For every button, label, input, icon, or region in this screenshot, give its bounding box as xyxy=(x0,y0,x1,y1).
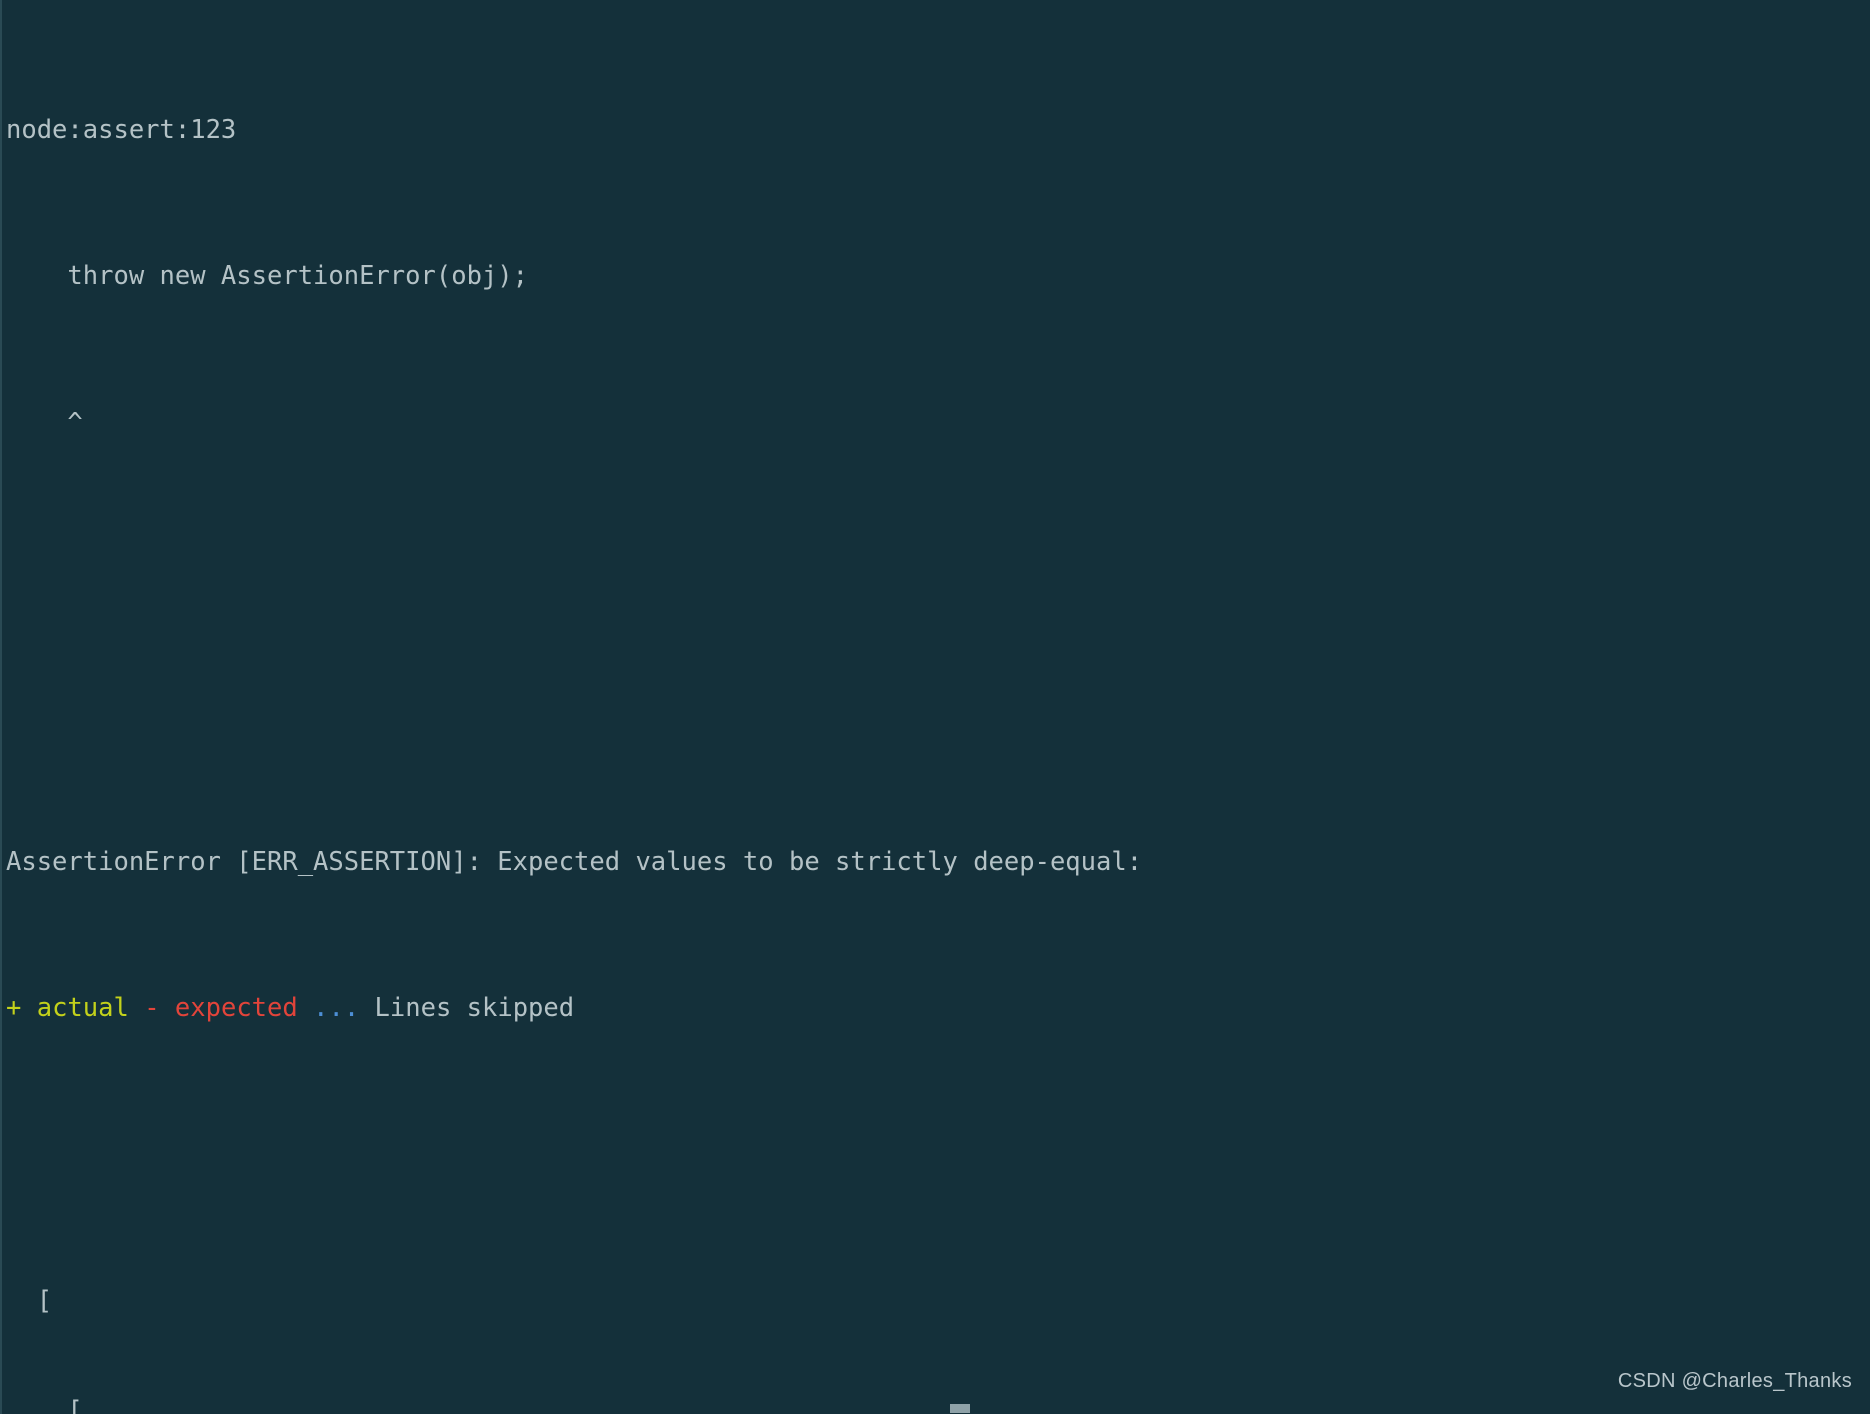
assert-location-text: node:assert:123 xyxy=(6,114,237,145)
output-line-location: node:assert:123 xyxy=(2,112,1870,149)
diff-row: [ xyxy=(2,1283,1870,1320)
legend-expected-label: expected xyxy=(174,993,298,1024)
legend-space-4 xyxy=(298,993,313,1023)
output-line-diff-legend: + actual - expected ... Lines skipped xyxy=(2,990,1870,1027)
output-line-blank-1 xyxy=(2,551,1870,588)
diff-row: [ xyxy=(2,1393,1870,1414)
caret-marker-text: ^ xyxy=(6,407,83,438)
legend-ellipsis: ... xyxy=(313,993,360,1024)
error-title-text: AssertionError [ERR_ASSERTION]: Expected… xyxy=(6,846,1143,877)
output-line-caret: ^ xyxy=(2,405,1870,442)
output-line-throw: throw new AssertionError(obj); xyxy=(2,258,1870,295)
diff-text: [ xyxy=(6,1395,83,1414)
legend-lines-skipped-label: Lines skipped xyxy=(374,993,575,1024)
legend-space-2 xyxy=(129,993,144,1023)
throw-statement-text: throw new AssertionError(obj); xyxy=(6,261,528,292)
output-line-blank-3 xyxy=(2,1136,1870,1173)
watermark-label: CSDN @Charles_Thanks xyxy=(1617,1370,1852,1393)
terminal-cursor xyxy=(950,1404,970,1413)
legend-space-5 xyxy=(359,993,374,1023)
terminal-output: node:assert:123 throw new AssertionError… xyxy=(2,2,1870,1414)
legend-space-1 xyxy=(21,993,36,1023)
legend-plus-sign: + xyxy=(6,993,22,1024)
terminal-window[interactable]: node:assert:123 throw new AssertionError… xyxy=(0,0,1870,1414)
legend-actual-label: actual xyxy=(36,993,129,1024)
output-line-blank-2 xyxy=(2,697,1870,734)
legend-space-3 xyxy=(160,993,175,1023)
diff-text: [ xyxy=(6,1285,53,1316)
legend-minus-sign: - xyxy=(144,993,160,1024)
output-line-error-title: AssertionError [ERR_ASSERTION]: Expected… xyxy=(2,844,1870,881)
